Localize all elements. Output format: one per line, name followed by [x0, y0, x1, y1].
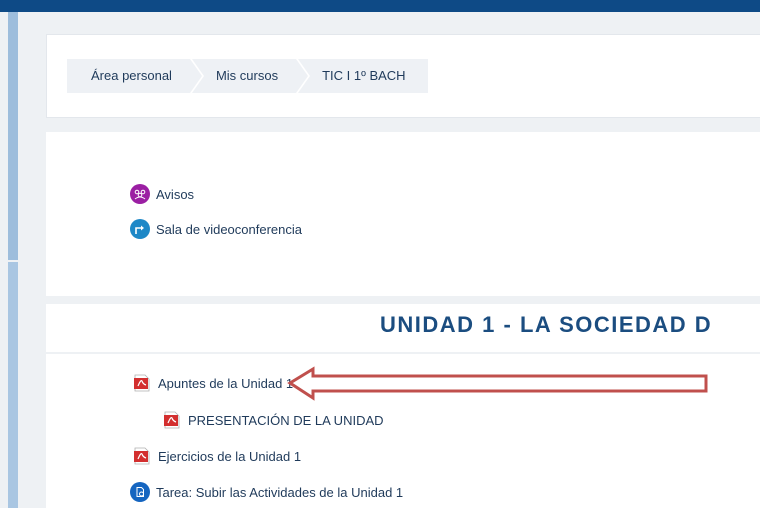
activity-label: Avisos	[156, 186, 195, 202]
pdf-icon	[132, 373, 152, 393]
left-drawer-rail-lower	[8, 262, 18, 508]
activity-apuntes[interactable]: Apuntes de la Unidad 1	[132, 373, 293, 393]
activity-label: Tarea: Subir las Actividades de la Unida…	[156, 484, 404, 500]
section-divider	[46, 296, 760, 304]
pdf-icon	[132, 446, 152, 466]
activity-ejercicios[interactable]: Ejercicios de la Unidad 1	[132, 446, 301, 466]
pdf-icon	[162, 410, 182, 430]
section-divider	[46, 352, 760, 354]
activity-label: Sala de videoconferencia	[156, 221, 302, 237]
activity-avisos[interactable]: Avisos	[130, 184, 194, 204]
breadcrumb-item-area-personal[interactable]: Área personal	[67, 59, 202, 93]
section-title[interactable]: UNIDAD 1 - LA SOCIEDAD D	[380, 312, 712, 338]
page-header-card: Área personal Mis cursos TIC I 1º BACH	[46, 34, 760, 118]
activity-label: PRESENTACIÓN DE LA UNIDAD	[188, 412, 384, 428]
breadcrumb-item-mis-cursos[interactable]: Mis cursos	[191, 59, 309, 93]
forum-icon	[130, 184, 150, 204]
activity-presentacion[interactable]: PRESENTACIÓN DE LA UNIDAD	[162, 410, 384, 430]
activity-label: Ejercicios de la Unidad 1	[158, 448, 302, 464]
activity-tarea[interactable]: Tarea: Subir las Actividades de la Unida…	[130, 482, 403, 502]
assignment-icon	[130, 482, 150, 502]
left-drawer-rail-upper	[8, 12, 18, 260]
breadcrumb: Área personal Mis cursos TIC I 1º BACH	[67, 59, 430, 93]
activity-label: Apuntes de la Unidad 1	[158, 375, 294, 391]
url-icon	[130, 219, 150, 239]
activity-videoconferencia[interactable]: Sala de videoconferencia	[130, 219, 302, 239]
top-navbar	[0, 0, 760, 12]
breadcrumb-item-course[interactable]: TIC I 1º BACH	[298, 59, 428, 93]
